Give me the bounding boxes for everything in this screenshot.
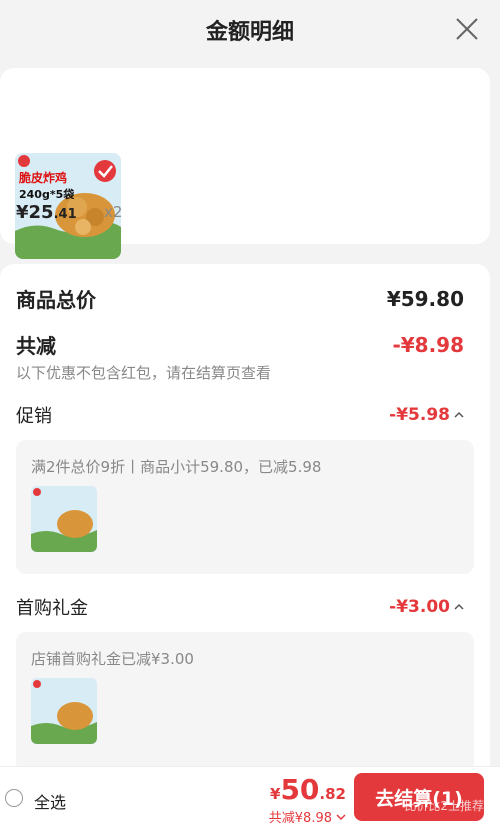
discount-note: 以下优惠不包含红包，请在结算页查看 — [16, 364, 272, 382]
first-gift-detail-text: 店铺首购礼金已减¥3.00 — [31, 650, 194, 668]
first-gift-value: -¥3.00 — [389, 597, 464, 617]
amount-detail-sheet: 金额明细 脆皮炸鸡 240g*5袋 ¥25.41 x2 商品总价 ¥59.80 … — [0, 0, 500, 826]
promotion-detail-text: 满2件总价9折丨商品小计59.80，已减5.98 — [31, 458, 322, 476]
amount-breakdown-card: 商品总价 ¥59.80 共减 -¥8.98 以下优惠不包含红包，请在结算页查看 … — [0, 264, 490, 784]
selected-items-card: 脆皮炸鸡 240g*5袋 ¥25.41 x2 — [0, 68, 490, 259]
total-reduce-row: 共减 -¥8.98 — [16, 330, 464, 359]
promotion-detail-card: 满2件总价9折丨商品小计59.80，已减5.98 — [16, 440, 474, 574]
close-icon[interactable] — [454, 16, 480, 42]
promotion-value: -¥5.98 — [389, 405, 464, 425]
first-gift-label: 首购礼金 — [16, 598, 88, 619]
promotion-row[interactable]: 促销 -¥5.98 — [16, 402, 464, 428]
header: 金额明细 — [0, 0, 500, 60]
promotion-product-image — [31, 486, 97, 552]
total-reduce-value: -¥8.98 — [392, 332, 464, 357]
chevron-up-icon[interactable] — [454, 602, 464, 612]
first-gift-row[interactable]: 首购礼金 -¥3.00 — [16, 594, 464, 620]
watermark-text: 比价比2上推荐 — [404, 799, 484, 813]
total-reduce-toggle[interactable]: 共减¥8.98 — [269, 807, 346, 826]
goods-total-value: ¥59.80 — [386, 286, 464, 311]
image-spec-text: 240g*5袋 — [19, 188, 75, 201]
product-quantity: x2 — [104, 203, 123, 221]
total-price: ¥50.82 — [270, 773, 346, 806]
total-reduce-label: 共减 — [16, 334, 56, 358]
page-title: 金额明细 — [205, 20, 294, 45]
product-price: ¥25.41 — [16, 202, 77, 223]
promotion-label: 促销 — [16, 406, 52, 427]
goods-total-label: 商品总价 — [16, 288, 96, 312]
select-all-radio[interactable] — [5, 789, 23, 807]
first-gift-detail-card: 店铺首购礼金已减¥3.00 — [16, 632, 474, 772]
chevron-down-icon — [336, 813, 346, 820]
select-all-label[interactable]: 全选 — [34, 789, 66, 813]
image-badge-text: 脆皮炸鸡 — [19, 171, 68, 185]
checkout-bar: 全选 ¥50.82 共减¥8.98 去结算(1) 比价比2上推荐 — [0, 766, 500, 826]
chevron-up-icon[interactable] — [454, 410, 464, 420]
first-gift-product-image — [31, 678, 97, 744]
goods-total-row: 商品总价 ¥59.80 — [16, 284, 464, 313]
